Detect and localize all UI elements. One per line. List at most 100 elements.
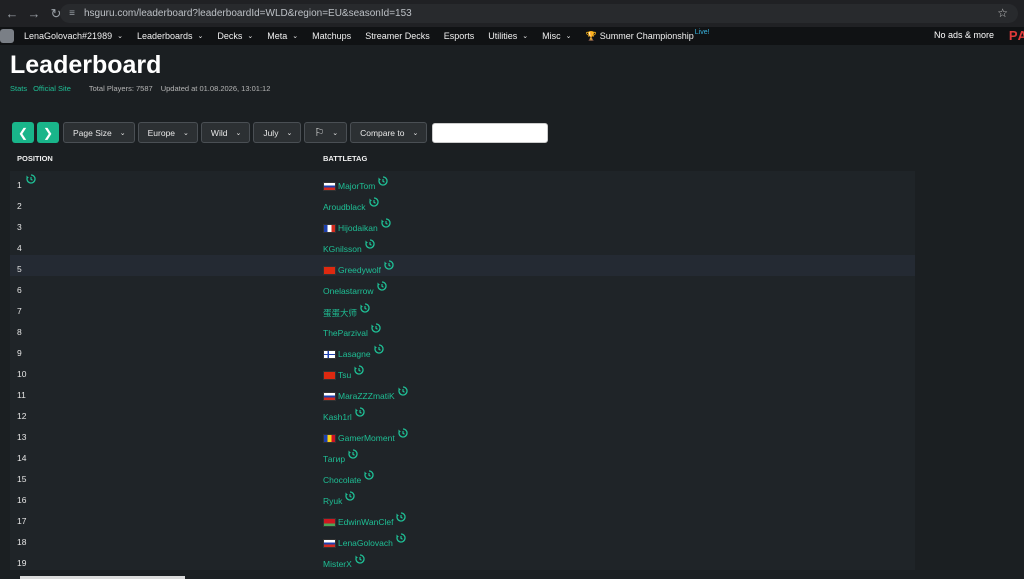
battletag-cell[interactable]: MaraZZZmatiK bbox=[323, 386, 408, 401]
page-size-dropdown[interactable]: Page Size ⌄ bbox=[63, 122, 135, 143]
nav-item-7[interactable]: Utilities ⌄ bbox=[488, 31, 528, 41]
history-icon[interactable] bbox=[26, 174, 36, 186]
table-row[interactable]: 17 EdwinWanClef bbox=[10, 507, 915, 528]
table-row[interactable]: 7 蛋蛋大师 bbox=[10, 297, 915, 318]
history-icon[interactable] bbox=[364, 470, 374, 480]
history-icon[interactable] bbox=[355, 407, 365, 417]
nav-item-2[interactable]: Decks ⌄ bbox=[217, 31, 253, 41]
player-name[interactable]: Hijodaikan bbox=[338, 223, 378, 233]
table-row[interactable]: 8 TheParzival bbox=[10, 318, 915, 339]
brand-fragment[interactable]: PA bbox=[1009, 28, 1024, 43]
battletag-cell[interactable]: LenaGolovach bbox=[323, 533, 406, 548]
site-settings-icon[interactable]: ≡ bbox=[66, 8, 78, 20]
table-row[interactable]: 2 Aroudblack bbox=[10, 192, 915, 213]
player-name[interactable]: Lasagne bbox=[338, 349, 371, 359]
player-name[interactable]: MaraZZZmatiK bbox=[338, 391, 395, 401]
bookmark-star-icon[interactable]: ☆ bbox=[997, 6, 1008, 20]
table-row[interactable]: 9 Lasagne bbox=[10, 339, 915, 360]
region-dropdown[interactable]: Europe ⌄ bbox=[137, 122, 198, 143]
player-name[interactable]: EdwinWanClef bbox=[338, 517, 393, 527]
history-icon[interactable] bbox=[398, 428, 408, 438]
player-name[interactable]: Greedywolf bbox=[338, 265, 381, 275]
stats-link[interactable]: Stats bbox=[10, 84, 27, 93]
history-icon[interactable] bbox=[371, 323, 381, 333]
table-row[interactable]: 13 GamerMoment bbox=[10, 423, 915, 444]
history-icon[interactable] bbox=[345, 491, 356, 501]
nav-item-3[interactable]: Meta ⌄ bbox=[267, 31, 298, 41]
player-name[interactable]: Kash1rl bbox=[323, 412, 352, 422]
table-row[interactable]: 14 Тагир bbox=[10, 444, 915, 465]
nav-item-championship[interactable]: 🏆 Summer Championship Live! bbox=[586, 29, 710, 42]
history-icon[interactable] bbox=[360, 303, 370, 313]
battletag-cell[interactable]: MisterX bbox=[323, 554, 365, 569]
player-name[interactable]: MisterX bbox=[323, 559, 352, 569]
history-icon[interactable] bbox=[396, 512, 407, 522]
nav-item-6[interactable]: Esports bbox=[444, 31, 475, 41]
history-icon[interactable] bbox=[376, 281, 387, 291]
history-icon[interactable] bbox=[365, 239, 375, 249]
history-icon[interactable] bbox=[378, 176, 388, 186]
table-row[interactable]: 4 KGnilsson bbox=[10, 234, 915, 255]
player-name[interactable]: LenaGolovach bbox=[338, 538, 393, 548]
battletag-cell[interactable]: Kash1rl bbox=[323, 407, 365, 422]
table-row[interactable]: 10 Tsu bbox=[10, 360, 915, 381]
table-row[interactable]: 3 Hijodaikan bbox=[10, 213, 915, 234]
nav-item-4[interactable]: Matchups bbox=[312, 31, 351, 41]
player-name[interactable]: Aroudblack bbox=[323, 202, 366, 212]
official-site-link[interactable]: Official Site bbox=[33, 84, 71, 93]
table-row[interactable]: 6 Onelastarrow bbox=[10, 276, 915, 297]
battletag-cell[interactable]: Ryuk bbox=[323, 491, 356, 506]
history-icon[interactable] bbox=[354, 365, 364, 375]
player-name[interactable]: MajorTom bbox=[338, 181, 375, 191]
battletag-cell[interactable]: Greedywolf bbox=[323, 260, 394, 275]
nav-item-8[interactable]: Misc ⌄ bbox=[542, 31, 571, 41]
battletag-cell[interactable]: Aroudblack bbox=[323, 197, 379, 212]
table-row[interactable]: 16 Ryuk bbox=[10, 486, 915, 507]
history-icon[interactable] bbox=[381, 218, 391, 228]
battletag-cell[interactable]: KGnilsson bbox=[323, 239, 375, 254]
table-row[interactable]: 1 MajorTom bbox=[10, 171, 915, 192]
season-dropdown[interactable]: July ⌄ bbox=[253, 122, 302, 143]
back-arrow-icon[interactable]: ← bbox=[2, 4, 22, 24]
battletag-cell[interactable]: GamerMoment bbox=[323, 428, 408, 443]
table-row[interactable]: 18 LenaGolovach bbox=[10, 528, 915, 549]
battletag-cell[interactable]: TheParzival bbox=[323, 323, 381, 338]
prev-page-button[interactable]: ❮ bbox=[12, 122, 34, 143]
search-input[interactable] bbox=[432, 122, 549, 143]
player-name[interactable]: KGnilsson bbox=[323, 244, 362, 254]
history-icon[interactable] bbox=[398, 386, 408, 396]
battletag-cell[interactable]: Hijodaikan bbox=[323, 218, 391, 233]
history-icon[interactable] bbox=[355, 554, 365, 564]
table-row[interactable]: 12 Kash1rl bbox=[10, 402, 915, 423]
history-icon[interactable] bbox=[396, 533, 406, 543]
table-row[interactable]: 15 Chocolate bbox=[10, 465, 915, 486]
player-name[interactable]: TheParzival bbox=[323, 328, 368, 338]
history-icon[interactable] bbox=[368, 197, 379, 207]
player-name[interactable]: GamerMoment bbox=[338, 433, 395, 443]
no-ads-link[interactable]: No ads & more bbox=[934, 30, 994, 40]
url-text[interactable]: hsguru.com/leaderboard?leaderboardId=WLD… bbox=[84, 8, 412, 19]
table-row[interactable]: 19 MisterX bbox=[10, 549, 915, 570]
battletag-cell[interactable]: Тагир bbox=[323, 449, 358, 464]
battletag-cell[interactable]: Lasagne bbox=[323, 344, 384, 359]
player-name[interactable]: Ryuk bbox=[323, 496, 342, 506]
site-logo[interactable] bbox=[0, 29, 14, 43]
player-name[interactable]: Chocolate bbox=[323, 475, 361, 485]
table-row[interactable]: 5 Greedywolf bbox=[10, 255, 915, 276]
history-icon[interactable] bbox=[348, 449, 358, 459]
battletag-cell[interactable]: Chocolate bbox=[323, 470, 374, 485]
nav-item-0[interactable]: LenaGolovach#21989 ⌄ bbox=[24, 31, 123, 41]
country-flag-dropdown[interactable]: ⚐ ⌄ bbox=[304, 122, 348, 143]
history-icon[interactable] bbox=[373, 344, 384, 354]
battletag-cell[interactable]: Onelastarrow bbox=[323, 281, 387, 296]
player-name[interactable]: Тагир bbox=[323, 454, 345, 464]
forward-arrow-icon[interactable]: → bbox=[24, 4, 44, 24]
nav-item-5[interactable]: Streamer Decks bbox=[365, 31, 430, 41]
format-dropdown[interactable]: Wild ⌄ bbox=[200, 122, 251, 143]
next-page-button[interactable]: ❯ bbox=[37, 122, 59, 143]
player-name[interactable]: Onelastarrow bbox=[323, 286, 374, 296]
table-row[interactable]: 11 MaraZZZmatiK bbox=[10, 381, 915, 402]
battletag-cell[interactable]: EdwinWanClef bbox=[323, 512, 407, 527]
battletag-cell[interactable]: MajorTom bbox=[323, 176, 388, 191]
compare-dropdown[interactable]: Compare to ⌄ bbox=[350, 122, 428, 143]
